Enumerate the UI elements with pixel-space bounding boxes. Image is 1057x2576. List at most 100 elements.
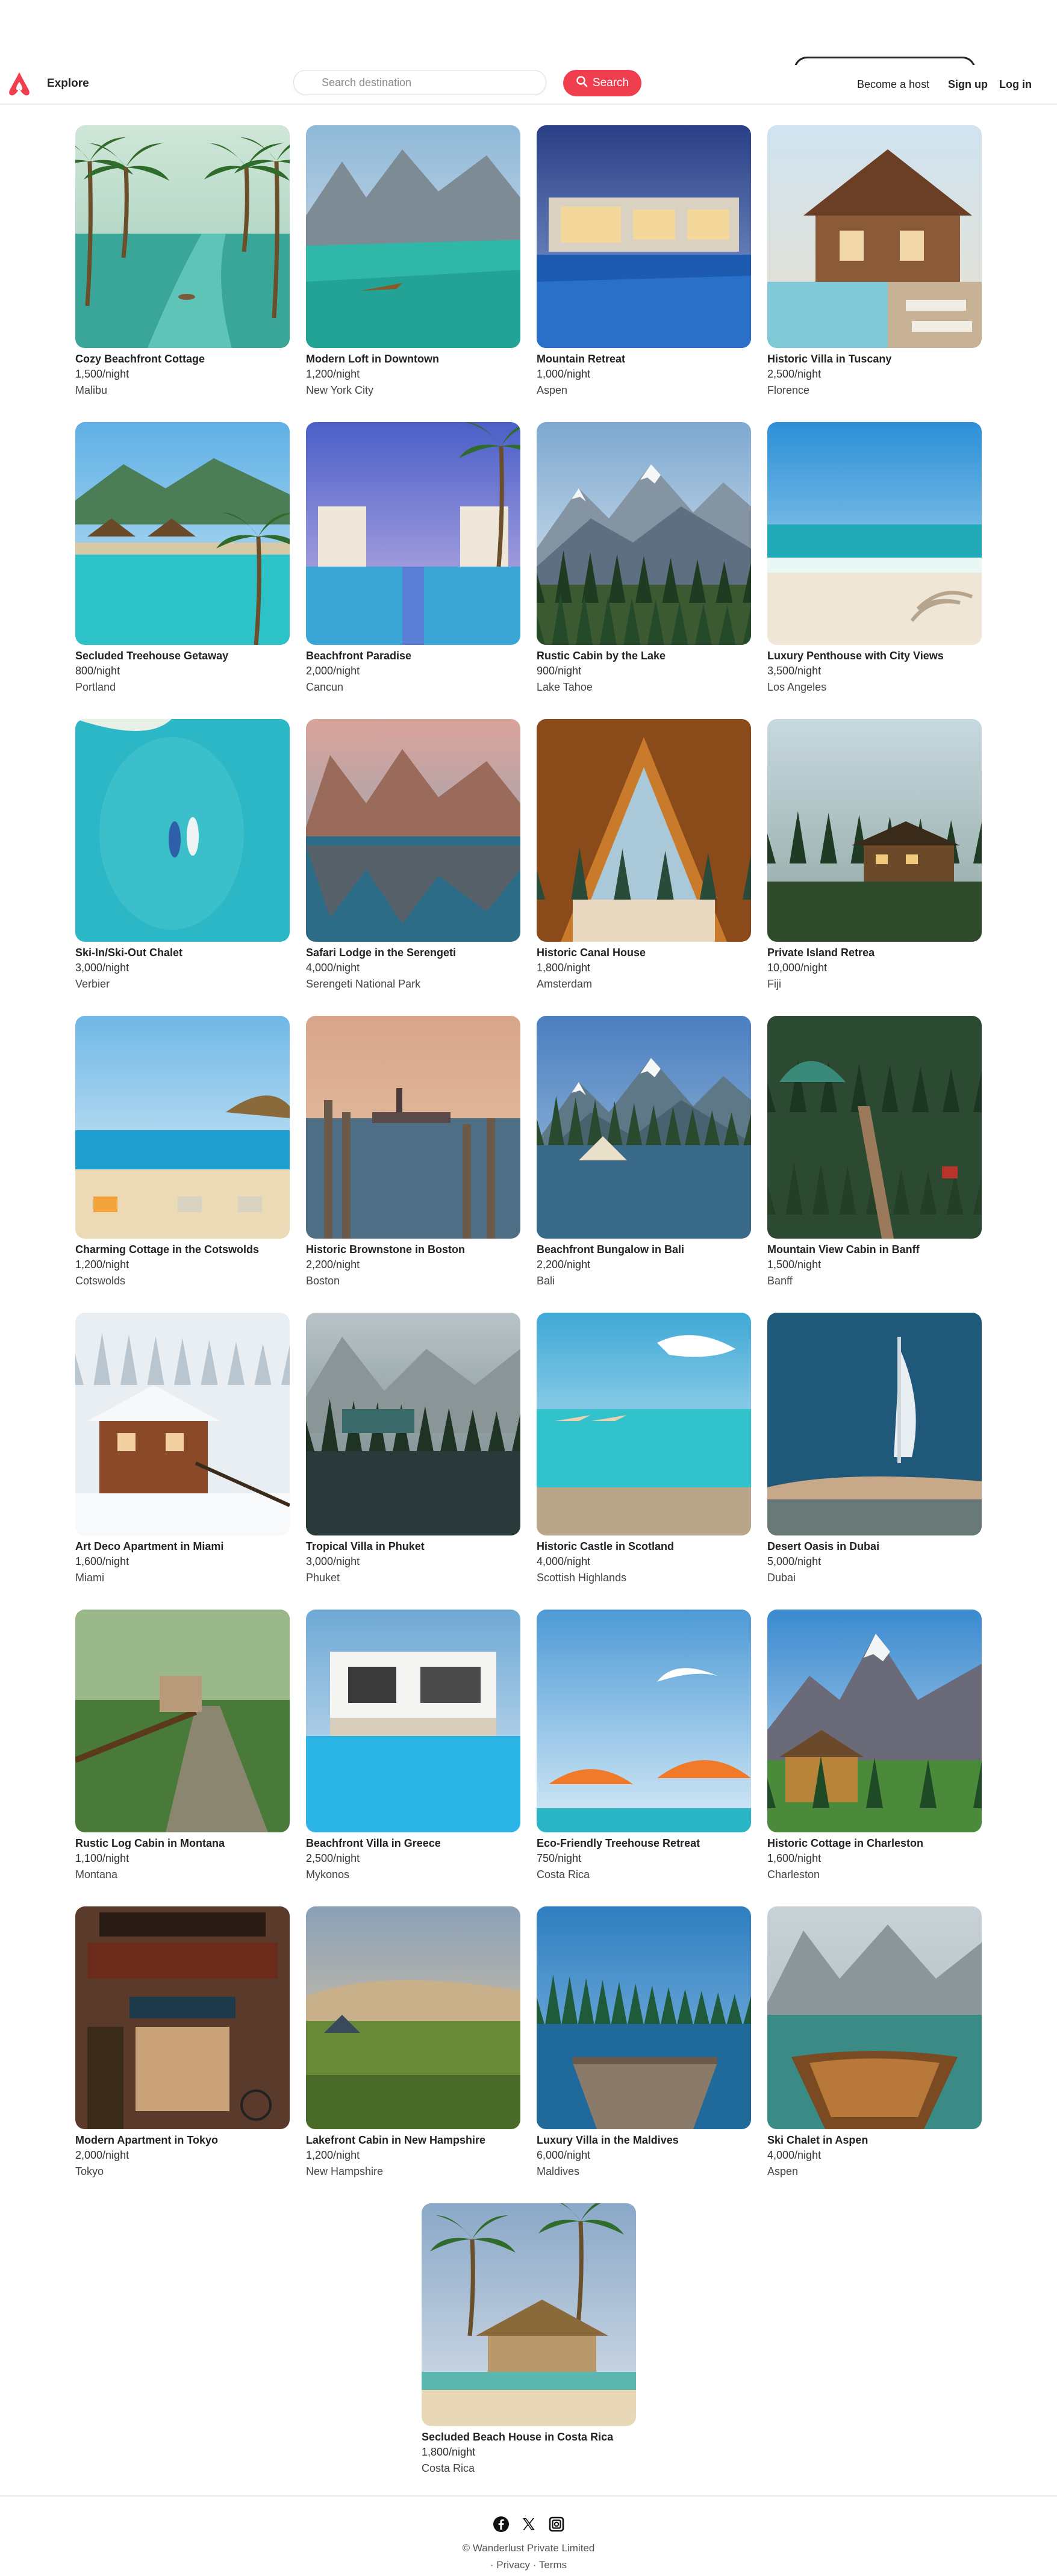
listing-photo[interactable] — [306, 1906, 520, 2129]
sign-up-link[interactable]: Sign up — [948, 78, 988, 91]
listing-card[interactable]: Rustic Cabin by the Lake 900/night Lake … — [537, 422, 751, 695]
listing-card[interactable]: Secluded Treehouse Getaway 800/night Por… — [75, 422, 290, 695]
listing-title[interactable]: Charming Cottage in the Cotswolds — [75, 1242, 290, 1257]
listing-card[interactable]: Ski Chalet in Aspen 4,000/night Aspen — [767, 1906, 982, 2180]
listing-photo[interactable] — [306, 422, 520, 645]
terms-link[interactable]: Terms — [539, 2559, 567, 2571]
listing-card[interactable]: Beachfront Paradise 2,000/night Cancun — [306, 422, 520, 695]
listing-card[interactable]: Historic Brownstone in Boston 2,200/nigh… — [306, 1016, 520, 1289]
listing-photo[interactable] — [767, 1313, 982, 1535]
listing-photo[interactable] — [75, 719, 290, 942]
listing-photo[interactable] — [767, 1016, 982, 1239]
listing-title[interactable]: Mountain View Cabin in Banff — [767, 1242, 982, 1257]
listing-card[interactable]: Charming Cottage in the Cotswolds 1,200/… — [75, 1016, 290, 1289]
explore-link[interactable]: Explore — [47, 77, 89, 90]
listing-title[interactable]: Rustic Cabin by the Lake — [537, 649, 751, 663]
listing-card[interactable]: Luxury Penthouse with City Views 3,500/n… — [767, 422, 982, 695]
become-host-link[interactable]: Become a host — [857, 78, 929, 91]
listing-photo[interactable] — [75, 1313, 290, 1535]
listing-title[interactable]: Beachfront Paradise — [306, 649, 520, 663]
listing-card[interactable]: Secluded Beach House in Costa Rica 1,800… — [422, 2203, 636, 2477]
listing-photo[interactable] — [537, 1313, 751, 1535]
brand-logo-icon[interactable] — [6, 70, 33, 98]
listing-card[interactable]: Private Island Retrea 10,000/night Fiji — [767, 719, 982, 992]
listing-photo[interactable] — [306, 1313, 520, 1535]
listing-card[interactable]: Luxury Villa in the Maldives 6,000/night… — [537, 1906, 751, 2180]
listing-title[interactable]: Lakefront Cabin in New Hampshire — [306, 2133, 520, 2147]
listing-title[interactable]: Ski Chalet in Aspen — [767, 2133, 982, 2147]
x-icon[interactable] — [520, 2516, 537, 2533]
listing-card[interactable]: Historic Castle in Scotland 4,000/night … — [537, 1313, 751, 1586]
listing-title[interactable]: Modern Loft in Downtown — [306, 352, 520, 366]
listing-card[interactable]: Lakefront Cabin in New Hampshire 1,200/n… — [306, 1906, 520, 2180]
listing-card[interactable]: Modern Loft in Downtown 1,200/night New … — [306, 125, 520, 399]
listing-title[interactable]: Tropical Villa in Phuket — [306, 1539, 520, 1554]
listing-card[interactable]: Historic Canal House 1,800/night Amsterd… — [537, 719, 751, 992]
listing-title[interactable]: Secluded Beach House in Costa Rica — [422, 2430, 636, 2444]
listing-photo[interactable] — [75, 422, 290, 645]
listing-title[interactable]: Rustic Log Cabin in Montana — [75, 1836, 290, 1850]
facebook-icon[interactable] — [493, 2516, 510, 2533]
listing-photo[interactable] — [306, 719, 520, 942]
search-button[interactable]: Search — [563, 70, 641, 96]
listing-title[interactable]: Ski-In/Ski-Out Chalet — [75, 945, 290, 960]
listing-photo[interactable] — [767, 1610, 982, 1832]
listing-title[interactable]: Historic Castle in Scotland — [537, 1539, 751, 1554]
listing-card[interactable]: Cozy Beachfront Cottage 1,500/night Mali… — [75, 125, 290, 399]
listing-title[interactable]: Private Island Retrea — [767, 945, 982, 960]
listing-photo[interactable] — [767, 1906, 982, 2129]
instagram-icon[interactable] — [548, 2516, 565, 2533]
listing-title[interactable]: Desert Oasis in Dubai — [767, 1539, 982, 1554]
listing-card[interactable]: Safari Lodge in the Serengeti 4,000/nigh… — [306, 719, 520, 992]
search-input[interactable] — [293, 70, 546, 95]
listing-photo[interactable] — [306, 125, 520, 348]
listing-photo[interactable] — [767, 422, 982, 645]
listing-title[interactable]: Mountain Retreat — [537, 352, 751, 366]
listing-title[interactable]: Safari Lodge in the Serengeti — [306, 945, 520, 960]
listing-photo[interactable] — [537, 125, 751, 348]
listing-card[interactable]: Modern Apartment in Tokyo 2,000/night To… — [75, 1906, 290, 2180]
listing-card[interactable]: Historic Villa in Tuscany 2,500/night Fl… — [767, 125, 982, 399]
listing-title[interactable]: Beachfront Villa in Greece — [306, 1836, 520, 1850]
listing-title[interactable]: Historic Villa in Tuscany — [767, 352, 982, 366]
listing-card[interactable]: Tropical Villa in Phuket 3,000/night Phu… — [306, 1313, 520, 1586]
listing-photo[interactable] — [306, 1610, 520, 1832]
listing-title[interactable]: Cozy Beachfront Cottage — [75, 352, 290, 366]
listing-photo[interactable] — [422, 2203, 636, 2426]
listing-card[interactable]: Mountain View Cabin in Banff 1,500/night… — [767, 1016, 982, 1289]
listing-title[interactable]: Historic Canal House — [537, 945, 751, 960]
listing-photo[interactable] — [306, 1016, 520, 1239]
listing-title[interactable]: Eco-Friendly Treehouse Retreat — [537, 1836, 751, 1850]
listing-card[interactable]: Rustic Log Cabin in Montana 1,100/night … — [75, 1610, 290, 1883]
listing-card[interactable]: Beachfront Bungalow in Bali 2,200/night … — [537, 1016, 751, 1289]
listing-card[interactable]: Desert Oasis in Dubai 5,000/night Dubai — [767, 1313, 982, 1586]
listing-card[interactable]: Historic Cottage in Charleston 1,600/nig… — [767, 1610, 982, 1883]
listing-photo[interactable] — [767, 125, 982, 348]
listing-card[interactable]: Ski-In/Ski-Out Chalet 3,000/night Verbie… — [75, 719, 290, 992]
listing-photo[interactable] — [537, 1906, 751, 2129]
listing-photo[interactable] — [537, 422, 751, 645]
listing-title[interactable]: Historic Brownstone in Boston — [306, 1242, 520, 1257]
listing-price: 1,500/night — [75, 368, 129, 380]
listing-card[interactable]: Eco-Friendly Treehouse Retreat 750/night… — [537, 1610, 751, 1883]
listing-card[interactable]: Mountain Retreat 1,000/night Aspen — [537, 125, 751, 399]
listing-title[interactable]: Art Deco Apartment in Miami — [75, 1539, 290, 1554]
privacy-link[interactable]: Privacy — [496, 2559, 530, 2571]
listing-title[interactable]: Modern Apartment in Tokyo — [75, 2133, 290, 2147]
log-in-link[interactable]: Log in — [999, 78, 1032, 91]
listing-photo[interactable] — [75, 1016, 290, 1239]
listing-title[interactable]: Luxury Villa in the Maldives — [537, 2133, 751, 2147]
listing-card[interactable]: Beachfront Villa in Greece 2,500/night M… — [306, 1610, 520, 1883]
listing-photo[interactable] — [767, 719, 982, 942]
listing-photo[interactable] — [537, 1610, 751, 1832]
listing-photo[interactable] — [75, 1906, 290, 2129]
listing-title[interactable]: Historic Cottage in Charleston — [767, 1836, 982, 1850]
listing-photo[interactable] — [75, 1610, 290, 1832]
listing-photo[interactable] — [537, 1016, 751, 1239]
listing-card[interactable]: Art Deco Apartment in Miami 1,600/night … — [75, 1313, 290, 1586]
listing-photo[interactable] — [75, 125, 290, 348]
listing-title[interactable]: Luxury Penthouse with City Views — [767, 649, 982, 663]
listing-title[interactable]: Beachfront Bungalow in Bali — [537, 1242, 751, 1257]
listing-title[interactable]: Secluded Treehouse Getaway — [75, 649, 290, 663]
listing-photo[interactable] — [537, 719, 751, 942]
